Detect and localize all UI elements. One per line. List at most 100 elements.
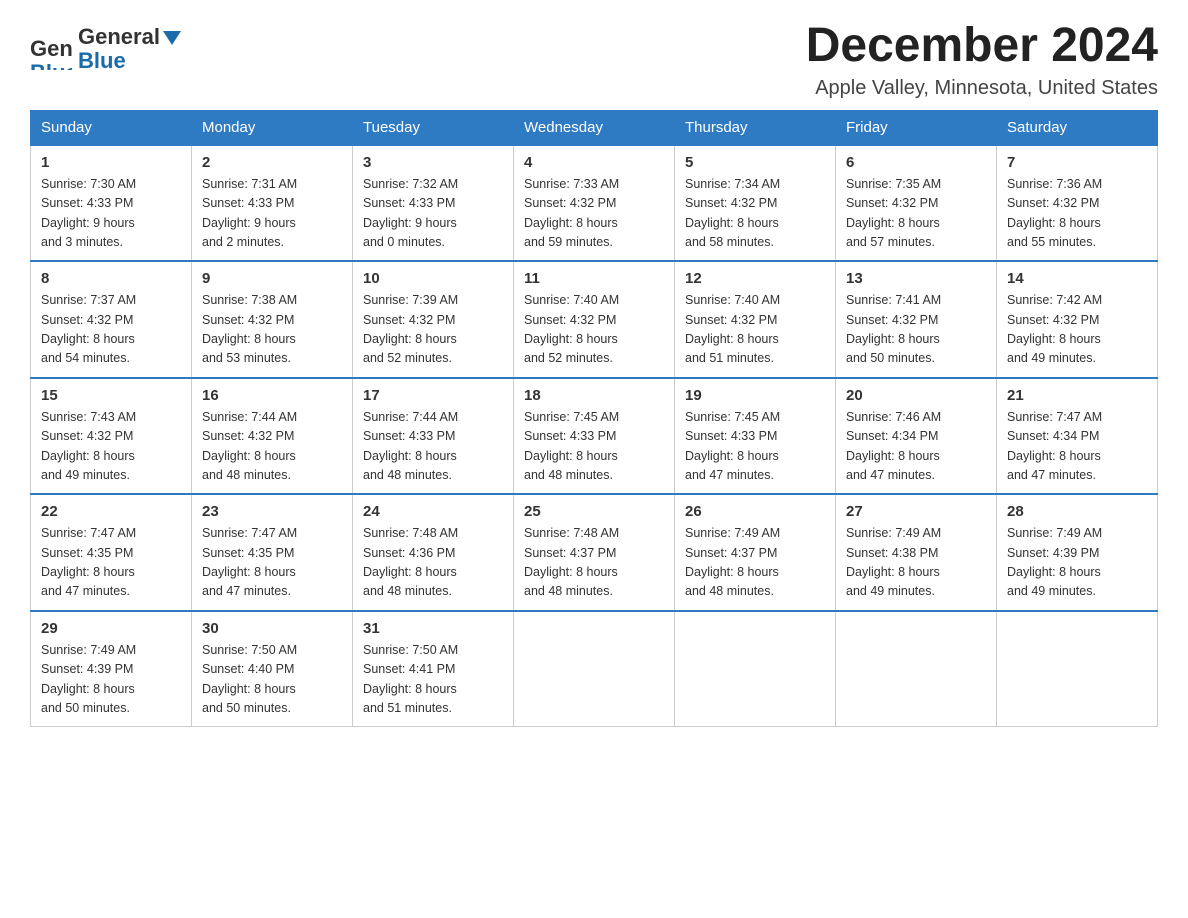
- calendar-cell: 8 Sunrise: 7:37 AMSunset: 4:32 PMDaylight…: [31, 261, 192, 378]
- day-number: 14: [1007, 270, 1147, 287]
- day-info: Sunrise: 7:33 AMSunset: 4:32 PMDaylight:…: [524, 175, 664, 253]
- day-info: Sunrise: 7:48 AMSunset: 4:36 PMDaylight:…: [363, 524, 503, 602]
- calendar-cell: 20Sunrise: 7:46 AMSunset: 4:34 PMDayligh…: [836, 378, 997, 495]
- day-number: 2: [202, 154, 342, 171]
- day-number: 22: [41, 503, 181, 520]
- day-info: Sunrise: 7:41 AMSunset: 4:32 PMDaylight:…: [846, 291, 986, 369]
- logo-blue-text: Blue: [78, 49, 181, 73]
- logo-icon: General Blue: [30, 28, 72, 70]
- calendar-cell: 31Sunrise: 7:50 AMSunset: 4:41 PMDayligh…: [353, 611, 514, 727]
- calendar-cell: 28Sunrise: 7:49 AMSunset: 4:39 PMDayligh…: [997, 494, 1158, 611]
- day-info: Sunrise: 7:36 AMSunset: 4:32 PMDaylight:…: [1007, 175, 1147, 253]
- day-info: Sunrise: 7:50 AMSunset: 4:41 PMDaylight:…: [363, 641, 503, 719]
- day-number: 6: [846, 154, 986, 171]
- title-area: December 2024 Apple Valley, Minnesota, U…: [806, 20, 1158, 100]
- calendar-cell: 26 Sunrise: 7:49 AMSunset: 4:37 PMDayligh…: [675, 494, 836, 611]
- calendar-week-1: 1 Sunrise: 7:30 AMSunset: 4:33 PMDaylight…: [31, 145, 1158, 262]
- col-sunday: Sunday: [31, 110, 192, 145]
- day-info: Sunrise: 7:45 AMSunset: 4:33 PMDaylight:…: [685, 408, 825, 486]
- day-info: Sunrise: 7:32 AMSunset: 4:33 PMDaylight:…: [363, 175, 503, 253]
- day-number: 24: [363, 503, 503, 520]
- calendar-cell: 11Sunrise: 7:40 AMSunset: 4:32 PMDayligh…: [514, 261, 675, 378]
- calendar-cell: 16Sunrise: 7:44 AMSunset: 4:32 PMDayligh…: [192, 378, 353, 495]
- calendar-table: Sunday Monday Tuesday Wednesday Thursday…: [30, 110, 1158, 728]
- calendar-cell: 4Sunrise: 7:33 AMSunset: 4:32 PMDaylight…: [514, 145, 675, 262]
- day-info: Sunrise: 7:47 AMSunset: 4:34 PMDaylight:…: [1007, 408, 1147, 486]
- col-tuesday: Tuesday: [353, 110, 514, 145]
- calendar-cell: 7 Sunrise: 7:36 AMSunset: 4:32 PMDaylight…: [997, 145, 1158, 262]
- day-info: Sunrise: 7:43 AMSunset: 4:32 PMDaylight:…: [41, 408, 181, 486]
- month-title: December 2024: [806, 20, 1158, 73]
- col-thursday: Thursday: [675, 110, 836, 145]
- calendar-week-5: 29 Sunrise: 7:49 AMSunset: 4:39 PMDayligh…: [31, 611, 1158, 727]
- day-info: Sunrise: 7:44 AMSunset: 4:33 PMDaylight:…: [363, 408, 503, 486]
- col-monday: Monday: [192, 110, 353, 145]
- day-number: 19: [685, 387, 825, 404]
- calendar-cell: [997, 611, 1158, 727]
- calendar-cell: 14 Sunrise: 7:42 AMSunset: 4:32 PMDayligh…: [997, 261, 1158, 378]
- logo-triangle-icon: [163, 31, 181, 45]
- calendar-cell: 24 Sunrise: 7:48 AMSunset: 4:36 PMDayligh…: [353, 494, 514, 611]
- day-info: Sunrise: 7:49 AMSunset: 4:39 PMDaylight:…: [41, 641, 181, 719]
- day-number: 13: [846, 270, 986, 287]
- calendar-week-3: 15 Sunrise: 7:43 AMSunset: 4:32 PMDayligh…: [31, 378, 1158, 495]
- day-info: Sunrise: 7:40 AMSunset: 4:32 PMDaylight:…: [685, 291, 825, 369]
- day-info: Sunrise: 7:39 AMSunset: 4:32 PMDaylight:…: [363, 291, 503, 369]
- day-number: 18: [524, 387, 664, 404]
- logo: General Blue General Blue: [30, 20, 181, 73]
- day-info: Sunrise: 7:34 AMSunset: 4:32 PMDaylight:…: [685, 175, 825, 253]
- day-number: 10: [363, 270, 503, 287]
- day-info: Sunrise: 7:30 AMSunset: 4:33 PMDaylight:…: [41, 175, 181, 253]
- day-number: 29: [41, 620, 181, 637]
- calendar-cell: 17Sunrise: 7:44 AMSunset: 4:33 PMDayligh…: [353, 378, 514, 495]
- calendar-cell: 13 Sunrise: 7:41 AMSunset: 4:32 PMDayligh…: [836, 261, 997, 378]
- day-number: 26: [685, 503, 825, 520]
- day-number: 23: [202, 503, 342, 520]
- calendar-cell: 21Sunrise: 7:47 AMSunset: 4:34 PMDayligh…: [997, 378, 1158, 495]
- header-row: Sunday Monday Tuesday Wednesday Thursday…: [31, 110, 1158, 145]
- calendar-cell: 25Sunrise: 7:48 AMSunset: 4:37 PMDayligh…: [514, 494, 675, 611]
- calendar-cell: 22 Sunrise: 7:47 AMSunset: 4:35 PMDayligh…: [31, 494, 192, 611]
- calendar-cell: [836, 611, 997, 727]
- day-info: Sunrise: 7:48 AMSunset: 4:37 PMDaylight:…: [524, 524, 664, 602]
- calendar-week-4: 22 Sunrise: 7:47 AMSunset: 4:35 PMDayligh…: [31, 494, 1158, 611]
- calendar-header: Sunday Monday Tuesday Wednesday Thursday…: [31, 110, 1158, 145]
- calendar-cell: 10 Sunrise: 7:39 AMSunset: 4:32 PMDayligh…: [353, 261, 514, 378]
- calendar-cell: 5Sunrise: 7:34 AMSunset: 4:32 PMDaylight…: [675, 145, 836, 262]
- calendar-cell: 12 Sunrise: 7:40 AMSunset: 4:32 PMDayligh…: [675, 261, 836, 378]
- calendar-week-2: 8 Sunrise: 7:37 AMSunset: 4:32 PMDaylight…: [31, 261, 1158, 378]
- day-info: Sunrise: 7:45 AMSunset: 4:33 PMDaylight:…: [524, 408, 664, 486]
- day-number: 15: [41, 387, 181, 404]
- day-info: Sunrise: 7:31 AMSunset: 4:33 PMDaylight:…: [202, 175, 342, 253]
- logo-general-text: General: [78, 25, 160, 49]
- calendar-cell: [514, 611, 675, 727]
- day-number: 3: [363, 154, 503, 171]
- svg-text:Blue: Blue: [30, 60, 72, 70]
- day-info: Sunrise: 7:46 AMSunset: 4:34 PMDaylight:…: [846, 408, 986, 486]
- day-number: 27: [846, 503, 986, 520]
- col-saturday: Saturday: [997, 110, 1158, 145]
- calendar-cell: 29 Sunrise: 7:49 AMSunset: 4:39 PMDayligh…: [31, 611, 192, 727]
- day-info: Sunrise: 7:35 AMSunset: 4:32 PMDaylight:…: [846, 175, 986, 253]
- day-info: Sunrise: 7:47 AMSunset: 4:35 PMDaylight:…: [41, 524, 181, 602]
- day-info: Sunrise: 7:38 AMSunset: 4:32 PMDaylight:…: [202, 291, 342, 369]
- day-info: Sunrise: 7:50 AMSunset: 4:40 PMDaylight:…: [202, 641, 342, 719]
- day-number: 12: [685, 270, 825, 287]
- calendar-cell: [675, 611, 836, 727]
- day-info: Sunrise: 7:49 AMSunset: 4:37 PMDaylight:…: [685, 524, 825, 602]
- calendar-cell: 18 Sunrise: 7:45 AMSunset: 4:33 PMDayligh…: [514, 378, 675, 495]
- svg-text:General: General: [30, 36, 72, 61]
- day-number: 8: [41, 270, 181, 287]
- calendar-cell: 30Sunrise: 7:50 AMSunset: 4:40 PMDayligh…: [192, 611, 353, 727]
- day-info: Sunrise: 7:42 AMSunset: 4:32 PMDaylight:…: [1007, 291, 1147, 369]
- calendar-cell: 3 Sunrise: 7:32 AMSunset: 4:33 PMDaylight…: [353, 145, 514, 262]
- calendar-cell: 23Sunrise: 7:47 AMSunset: 4:35 PMDayligh…: [192, 494, 353, 611]
- day-info: Sunrise: 7:49 AMSunset: 4:39 PMDaylight:…: [1007, 524, 1147, 602]
- calendar-cell: 15 Sunrise: 7:43 AMSunset: 4:32 PMDayligh…: [31, 378, 192, 495]
- logo-general: General: [78, 25, 181, 49]
- calendar-cell: 27 Sunrise: 7:49 AMSunset: 4:38 PMDayligh…: [836, 494, 997, 611]
- day-info: Sunrise: 7:49 AMSunset: 4:38 PMDaylight:…: [846, 524, 986, 602]
- day-info: Sunrise: 7:37 AMSunset: 4:32 PMDaylight:…: [41, 291, 181, 369]
- day-number: 1: [41, 154, 181, 171]
- day-number: 7: [1007, 154, 1147, 171]
